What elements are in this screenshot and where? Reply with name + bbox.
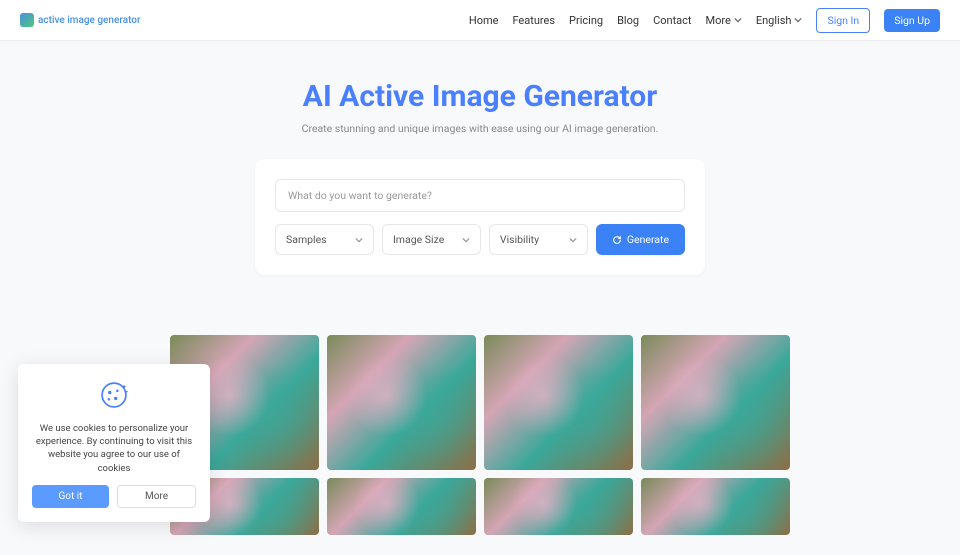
hero-title: AI Active Image Generator [20, 79, 940, 114]
visibility-label: Visibility [500, 233, 539, 246]
nav-pricing[interactable]: Pricing [569, 14, 603, 27]
gallery-thumb[interactable] [641, 335, 790, 470]
hero-subtitle: Create stunning and unique images with e… [20, 122, 940, 135]
nav-contact[interactable]: Contact [653, 14, 691, 27]
imagesize-label: Image Size [393, 233, 444, 246]
nav-features[interactable]: Features [512, 14, 555, 27]
nav: Home Features Pricing Blog Contact More … [469, 8, 940, 33]
gallery-thumb[interactable] [484, 335, 633, 470]
cookie-gotit-button[interactable]: Got it [32, 485, 109, 508]
gallery [150, 335, 810, 555]
chevron-down-icon [462, 236, 470, 244]
chevron-down-icon [794, 16, 802, 24]
hero: AI Active Image Generator Create stunnin… [0, 41, 960, 295]
nav-home[interactable]: Home [469, 14, 499, 27]
prompt-card: Samples Image Size Visibility Generate [255, 159, 705, 275]
prompt-row: Samples Image Size Visibility Generate [275, 224, 685, 255]
samples-select[interactable]: Samples [275, 224, 374, 255]
logo-icon [20, 13, 34, 27]
logo[interactable]: active image generator [20, 13, 141, 27]
gallery-thumb[interactable] [641, 478, 790, 535]
chevron-down-icon [734, 16, 742, 24]
gallery-thumb[interactable] [327, 335, 476, 470]
chevron-down-icon [355, 236, 363, 244]
gallery-thumb[interactable] [327, 478, 476, 535]
generate-label: Generate [627, 233, 669, 246]
prompt-input[interactable] [275, 179, 685, 212]
visibility-select[interactable]: Visibility [489, 224, 588, 255]
signup-button[interactable]: Sign Up [884, 9, 940, 32]
nav-more-label: More [706, 14, 731, 27]
header: active image generator Home Features Pri… [0, 0, 960, 41]
cookie-buttons: Got it More [32, 485, 196, 508]
cookie-text: We use cookies to personalize your exper… [32, 422, 196, 475]
nav-blog[interactable]: Blog [617, 14, 639, 27]
cookie-banner: We use cookies to personalize your exper… [18, 364, 210, 522]
header-inner: active image generator Home Features Pri… [0, 0, 960, 40]
samples-label: Samples [286, 233, 327, 246]
imagesize-select[interactable]: Image Size [382, 224, 481, 255]
generate-button[interactable]: Generate [596, 224, 685, 255]
signin-button[interactable]: Sign In [816, 8, 870, 33]
gallery-thumb[interactable] [484, 478, 633, 535]
refresh-icon [612, 235, 622, 245]
nav-more[interactable]: More [706, 14, 742, 27]
cookie-icon [97, 378, 131, 412]
chevron-down-icon [569, 236, 577, 244]
nav-language-label: English [756, 14, 792, 27]
cookie-more-button[interactable]: More [117, 485, 196, 508]
logo-text: active image generator [38, 15, 141, 26]
nav-language[interactable]: English [756, 14, 803, 27]
